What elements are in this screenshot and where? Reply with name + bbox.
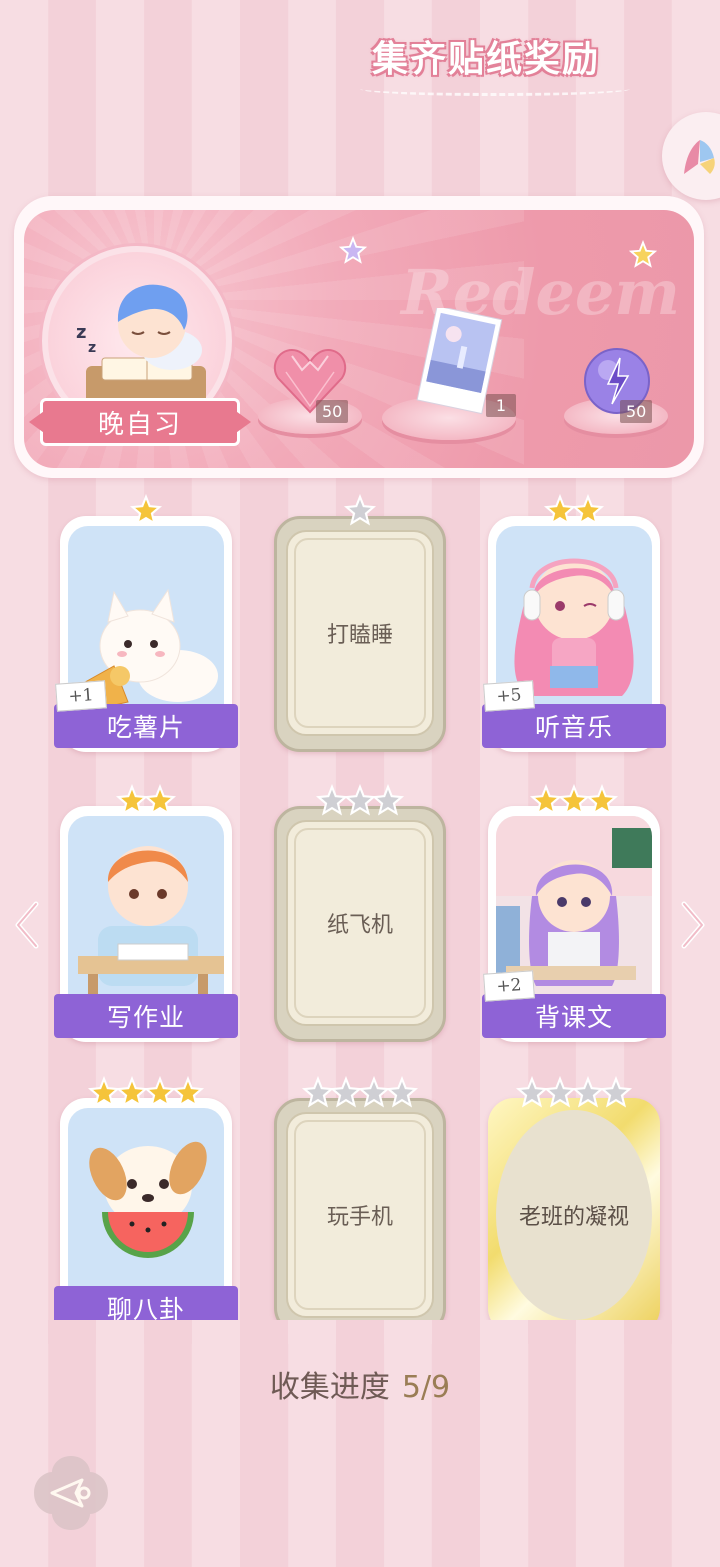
palette-icon bbox=[684, 140, 715, 174]
sticker-card-locked[interactable]: 纸飞机 bbox=[274, 784, 446, 1042]
back-button[interactable] bbox=[30, 1452, 112, 1534]
sticker-name: 打瞌睡 bbox=[286, 530, 434, 736]
next-page-arrow-icon[interactable] bbox=[678, 900, 708, 950]
svg-text:z: z bbox=[76, 322, 86, 343]
gold-star-icon bbox=[143, 784, 177, 816]
star-rating bbox=[60, 1076, 232, 1110]
sticker-name: 老班的凝视 bbox=[496, 1110, 652, 1320]
gold-star-icon bbox=[129, 494, 163, 526]
sticker-card[interactable]: 背课文 +2 bbox=[482, 784, 666, 1042]
progress-label: 收集进度 bbox=[269, 1370, 390, 1405]
side-menu-button[interactable] bbox=[662, 112, 720, 200]
sticker-card-locked[interactable]: 打瞌睡 bbox=[274, 494, 446, 752]
sticker-card-special[interactable]: 老班的凝视 bbox=[488, 1076, 660, 1334]
gold-star-icon bbox=[571, 494, 605, 526]
bonus-tag: +1 bbox=[55, 680, 107, 712]
sleeping-boy-icon: z z bbox=[76, 284, 206, 406]
sticker-card[interactable]: 听音乐 +5 bbox=[482, 494, 666, 752]
star-rating bbox=[488, 1076, 660, 1110]
gray-star-icon bbox=[599, 1076, 633, 1108]
sticker-name: 听音乐 bbox=[482, 704, 666, 748]
star-rating bbox=[60, 784, 232, 818]
svg-text:z: z bbox=[88, 340, 96, 356]
sticker-set-name: 晚自习 bbox=[40, 398, 240, 446]
star-rating bbox=[60, 494, 232, 528]
gold-star-icon bbox=[171, 1076, 205, 1108]
reward-count: 50 bbox=[620, 400, 653, 423]
previous-page-arrow-icon[interactable] bbox=[12, 900, 42, 950]
gray-star-icon bbox=[385, 1076, 419, 1108]
sticker-card[interactable]: 写作业 bbox=[54, 784, 238, 1042]
yellow-star-icon bbox=[628, 240, 658, 268]
bonus-tag: +5 bbox=[483, 680, 535, 712]
star-rating bbox=[274, 494, 446, 528]
sticker-card[interactable]: 聊八卦 bbox=[54, 1076, 238, 1334]
reward-count: 1 bbox=[486, 394, 516, 417]
sticker-name: 背课文 bbox=[482, 994, 666, 1038]
gray-star-icon bbox=[371, 784, 405, 816]
scroll-clip bbox=[0, 1320, 720, 1344]
sticker-card[interactable]: 吃薯片 +1 bbox=[54, 494, 238, 752]
reward-count: 50 bbox=[316, 400, 349, 423]
collection-progress: 收集进度 5/9 bbox=[0, 1362, 720, 1406]
sticker-name: 纸飞机 bbox=[286, 820, 434, 1026]
gray-star-icon bbox=[343, 494, 377, 526]
star-rating bbox=[488, 494, 660, 528]
sticker-name: 玩手机 bbox=[286, 1112, 434, 1318]
banner-title-underline bbox=[360, 82, 630, 96]
sticker-card-locked[interactable]: 玩手机 bbox=[274, 1076, 446, 1334]
sticker-name: 写作业 bbox=[54, 994, 238, 1038]
bonus-tag: +2 bbox=[483, 970, 535, 1002]
star-rating bbox=[274, 784, 446, 818]
banner-title: 集齐贴纸奖励 bbox=[372, 39, 601, 80]
star-rating bbox=[274, 1076, 446, 1110]
star-rating bbox=[488, 784, 660, 818]
sticker-name: 吃薯片 bbox=[54, 704, 238, 748]
lavender-star-icon bbox=[338, 236, 368, 264]
gold-star-icon bbox=[585, 784, 619, 816]
progress-value: 5/9 bbox=[401, 1370, 451, 1405]
